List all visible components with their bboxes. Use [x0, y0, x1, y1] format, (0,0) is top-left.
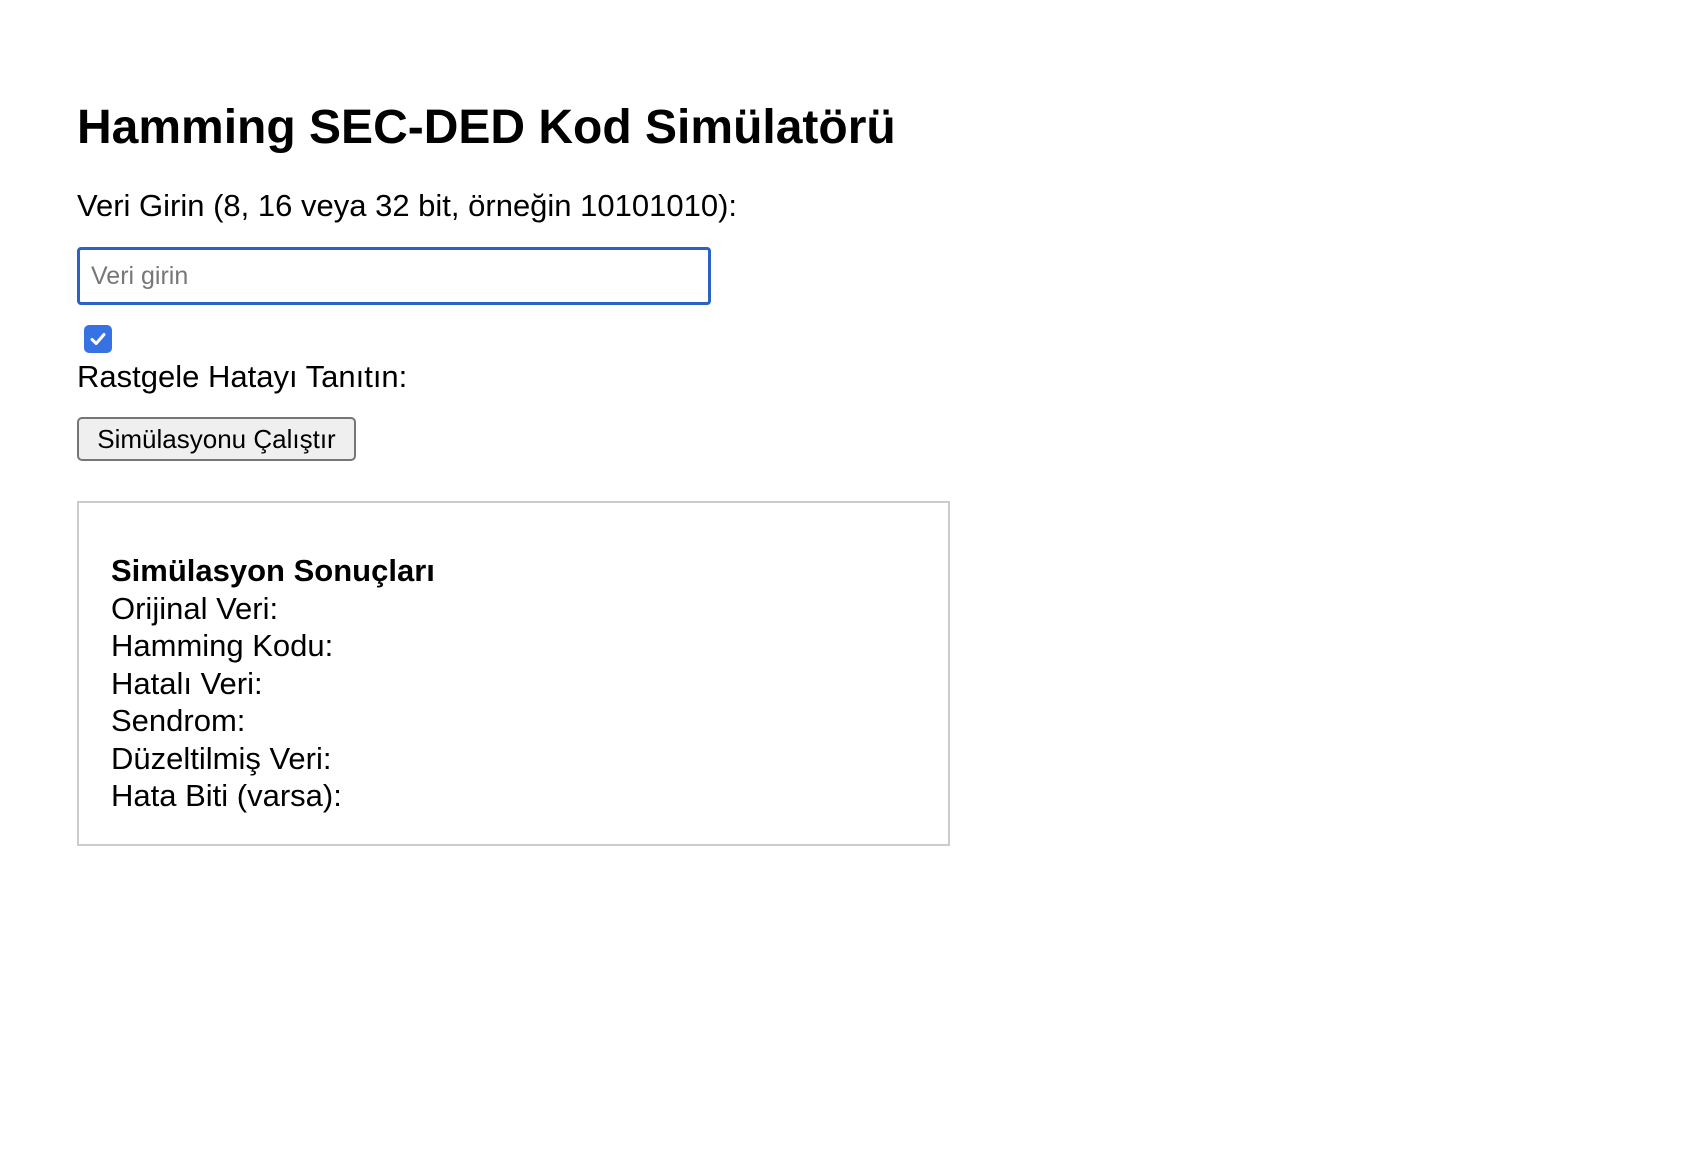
- result-row-hamming-code: Hamming Kodu:: [111, 627, 435, 665]
- results-title: Simülasyon Sonuçları: [111, 553, 435, 588]
- run-simulation-button[interactable]: Simülasyonu Çalıştır: [77, 417, 356, 461]
- result-row-syndrome: Sendrom:: [111, 702, 435, 740]
- result-label: Hatalı Veri:: [111, 665, 263, 701]
- result-label: Sendrom:: [111, 703, 246, 738]
- data-input-label: Veri Girin (8, 16 veya 32 bit, örneğin 1…: [77, 188, 738, 223]
- result-label: Düzeltilmiş Veri:: [111, 740, 332, 776]
- page: Hamming SEC-DED Kod Simülatörü Veri Giri…: [0, 0, 1706, 1152]
- data-input[interactable]: [77, 247, 711, 305]
- result-row-original-data: Orijinal Veri:: [111, 590, 435, 628]
- results-content: Simülasyon Sonuçları Orijinal Veri: Hamm…: [111, 552, 435, 815]
- checkmark-icon: [90, 333, 106, 345]
- random-error-label: Rastgele Hatayı Tanıtın:: [77, 359, 408, 394]
- random-error-checkbox[interactable]: [84, 325, 112, 353]
- result-label: Hata Biti (varsa):: [111, 778, 342, 813]
- result-row-error-bit: Hata Biti (varsa):: [111, 777, 435, 815]
- page-title: Hamming SEC-DED Kod Simülatörü: [77, 101, 896, 154]
- result-row-erroneous-data: Hatalı Veri:: [111, 665, 435, 703]
- result-row-corrected-data: Düzeltilmiş Veri:: [111, 740, 435, 778]
- result-label: Orijinal Veri:: [111, 590, 279, 626]
- result-label: Hamming Kodu:: [111, 628, 334, 663]
- results-panel: Simülasyon Sonuçları Orijinal Veri: Hamm…: [77, 501, 950, 846]
